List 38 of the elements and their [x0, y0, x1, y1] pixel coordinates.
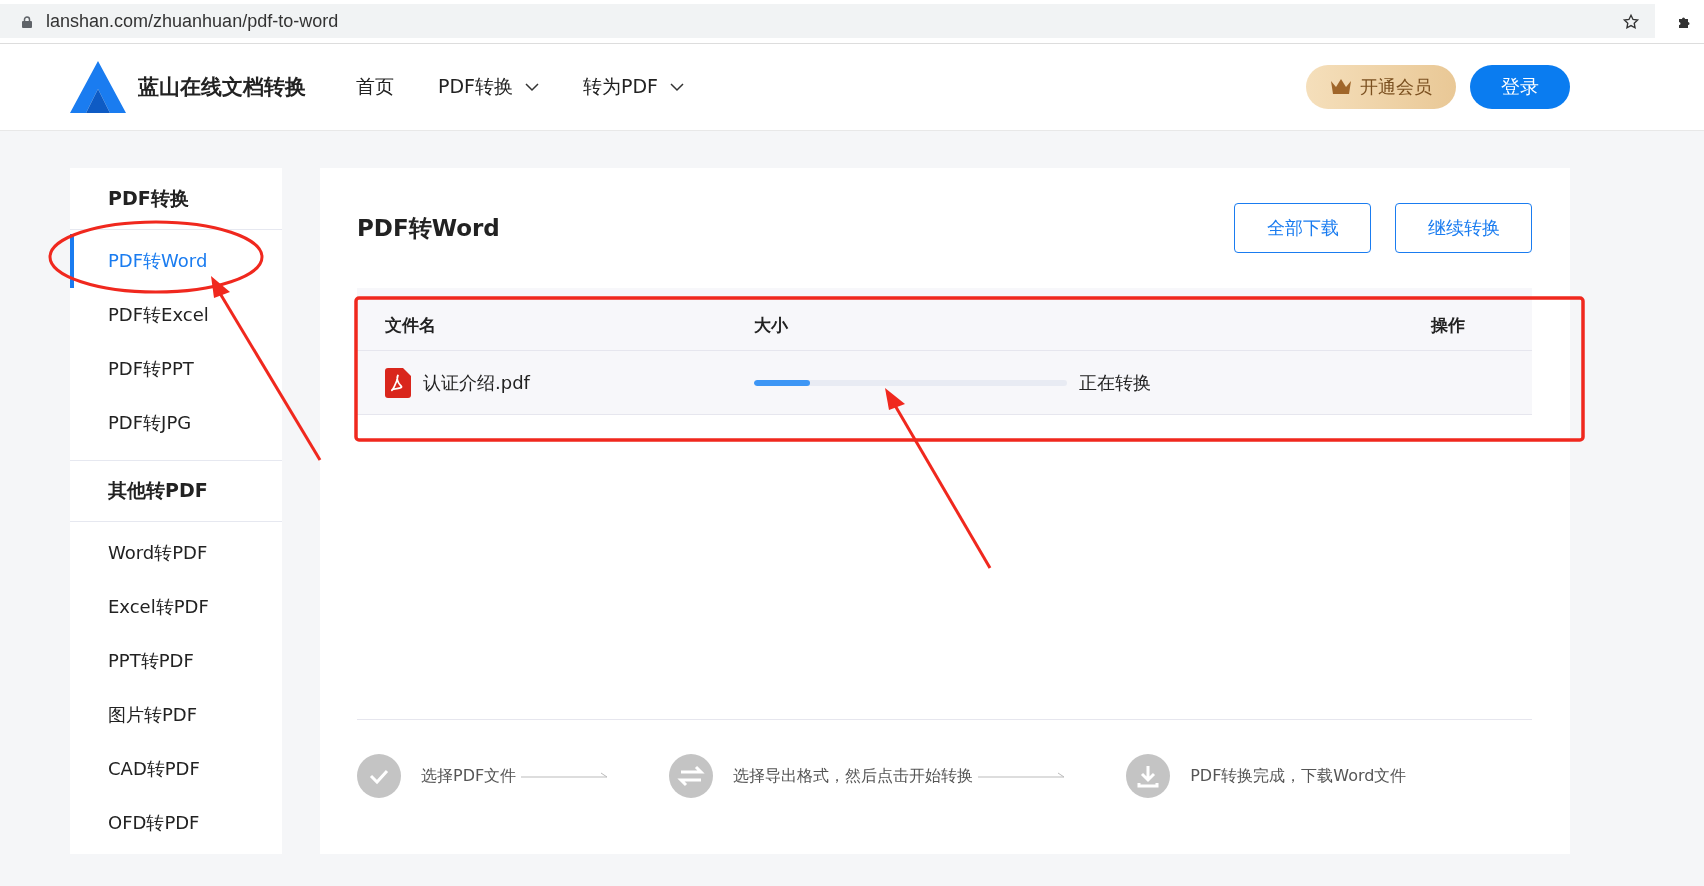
- step-label: 选择PDF文件: [421, 765, 517, 787]
- outline-button[interactable]: 全部下载: [1234, 203, 1371, 253]
- step-label: 选择导出格式，然后点击开始转换: [733, 765, 974, 787]
- login-button[interactable]: 登录: [1470, 65, 1570, 109]
- brand-name: 蓝山在线文档转换: [138, 74, 306, 101]
- download-icon: [1126, 754, 1171, 798]
- sidebar-item[interactable]: OFD转PDF: [70, 796, 282, 850]
- column-header: 文件名: [384, 313, 437, 337]
- column-header: 操作: [1431, 313, 1466, 337]
- step-label: PDF转换完成，下载Word文件: [1190, 765, 1407, 787]
- nav-link[interactable]: PDF转换: [438, 74, 540, 100]
- sidebar-item[interactable]: CAD转PDF: [70, 742, 282, 796]
- vip-button[interactable]: 开通会员: [1306, 65, 1456, 109]
- sidebar-item[interactable]: PDF转Excel: [70, 288, 282, 342]
- chevron-down-icon: [525, 82, 540, 92]
- outline-button[interactable]: 继续转换: [1395, 203, 1532, 253]
- file-name: 认证介绍.pdf: [423, 370, 530, 395]
- nav-link[interactable]: 首页: [356, 74, 394, 100]
- sidebar-item[interactable]: PDF转PPT: [70, 342, 282, 396]
- nav-link[interactable]: 转为PDF: [583, 74, 685, 100]
- sidebar-item[interactable]: PPT转PDF: [70, 634, 282, 688]
- star-icon[interactable]: [1622, 12, 1640, 31]
- lock-icon: [22, 15, 32, 28]
- sidebar-item[interactable]: 图片转PDF: [70, 688, 282, 742]
- sidebar-heading: 其他转PDF: [70, 460, 282, 522]
- page-title: PDF转Word: [357, 213, 500, 243]
- sidebar-item[interactable]: Word转PDF: [70, 526, 282, 580]
- logo-icon: [70, 61, 126, 113]
- pdf-file-icon: [385, 367, 411, 398]
- column-header: 大小: [754, 313, 789, 337]
- check-icon: [357, 754, 401, 798]
- swap-icon: [669, 754, 714, 798]
- sidebar-heading: PDF转换: [70, 168, 282, 230]
- crown-icon: [1330, 78, 1352, 96]
- status-text: 正在转换: [1079, 370, 1151, 395]
- chevron-down-icon: [670, 82, 685, 92]
- sidebar-item[interactable]: Excel转PDF: [70, 580, 282, 634]
- sidebar-item[interactable]: PDF转JPG: [70, 396, 282, 450]
